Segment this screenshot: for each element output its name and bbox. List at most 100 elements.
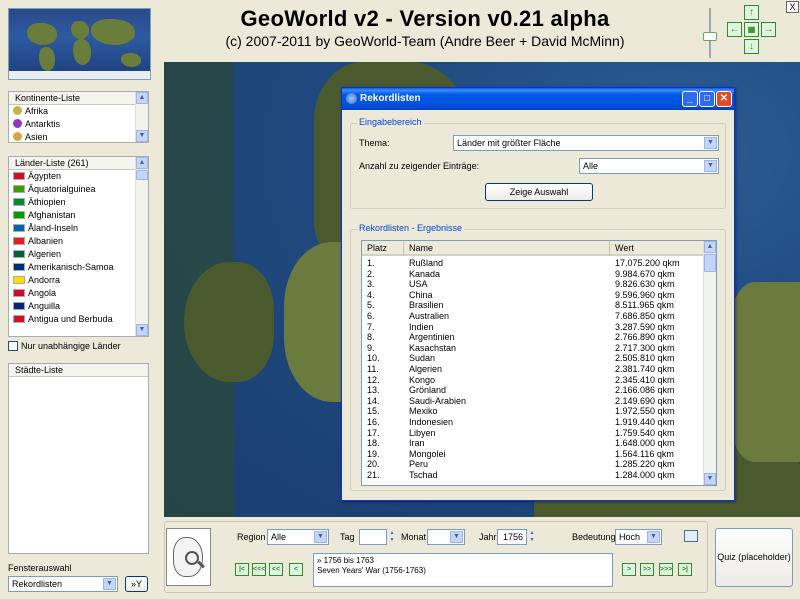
world-minimap[interactable] [8,8,151,80]
table-row[interactable]: 13. Grönland 2.166.086 qkm [362,385,703,396]
rank-cell: 19. [367,448,380,459]
table-row[interactable]: 14. Saudi-Arabien 2.149.690 qkm [362,396,703,407]
quiz-button[interactable]: Quiz (placeholder) [715,528,793,587]
flag-icon [13,172,25,180]
year-spinner[interactable]: ▲ ▼ [528,530,536,544]
minimize-button[interactable]: _ [682,91,698,107]
list-item[interactable]: Asien [9,131,148,144]
table-row[interactable]: 17. Libyen 1.759.540 qkm [362,428,703,439]
scroll-thumb[interactable] [704,254,716,272]
scroll-up-icon[interactable]: ▲ [136,157,148,169]
importance-select[interactable]: Hoch ▼ [615,529,662,545]
country-name: Anguilla [28,301,61,311]
nav-first-button[interactable]: |< [235,563,249,576]
table-row[interactable]: 18. Iran 1.648.000 qkm [362,438,703,449]
list-item[interactable]: Äquatorialguinea [9,183,148,196]
list-item[interactable]: Andorra [9,274,148,287]
column-header-name[interactable]: Name [404,241,610,256]
zoom-slider[interactable] [703,8,717,58]
pan-left-icon[interactable]: ← [727,22,742,37]
show-selection-button[interactable]: Zeige Auswahl [485,183,593,201]
window-select[interactable]: Rekordlisten ▼ [8,576,118,592]
results-scrollbar[interactable]: ▲ ▼ [703,241,716,485]
nav-last-button[interactable]: >| [678,563,692,576]
nav-fast-back-button[interactable]: <<< [252,563,266,576]
nav-back2-button[interactable]: << [269,563,283,576]
country-list[interactable]: Länder-Liste (261) Ägypten Äquatorialguin… [8,156,149,337]
maximize-button[interactable]: □ [699,91,715,107]
table-row[interactable]: 3. USA 9.826.630 qkm [362,279,703,290]
scroll-thumb[interactable] [136,170,148,180]
scroll-down-icon[interactable]: ▼ [704,473,716,485]
event-title: Seven Years' War (1756-1763) [317,566,426,575]
nav-forward-button[interactable]: > [622,563,636,576]
app-close-button[interactable]: X [786,1,799,13]
window-select-go-button[interactable]: »Y [125,576,148,592]
column-header-value[interactable]: Wert [610,241,705,256]
list-item[interactable]: Afghanistan [9,209,148,222]
table-row[interactable]: 15. Mexiko 1.972.550 qkm [362,406,703,417]
list-item[interactable]: Amerikanisch-Samoa [9,261,148,274]
calendar-icon[interactable] [684,530,698,542]
month-select[interactable]: ▼ [427,529,465,545]
scroll-up-icon[interactable]: ▲ [704,241,716,253]
nav-fast-forward-button[interactable]: >>> [659,563,673,576]
list-item[interactable]: Afrika [9,105,148,118]
table-row[interactable]: 6. Australien 7.686.850 qkm [362,311,703,322]
list-item[interactable]: Åland-Inseln [9,222,148,235]
pan-right-icon[interactable]: → [761,22,776,37]
table-row[interactable]: 9. Kasachstan 2.717.300 qkm [362,343,703,354]
timeline-map-thumbnail[interactable] [166,528,211,586]
table-row[interactable]: 11. Algerien 2.381.740 qkm [362,364,703,375]
table-row[interactable]: 2. Kanada 9.984.670 qkm [362,269,703,280]
list-item[interactable]: Albanien [9,235,148,248]
nav-back-button[interactable]: < [289,563,303,576]
table-row[interactable]: 16. Indonesien 1.919.440 qkm [362,417,703,428]
event-range: » 1756 bis 1763 [317,556,374,565]
day-spinner[interactable]: ▲ ▼ [388,530,396,544]
year-input[interactable]: 1756 [497,529,527,545]
list-item[interactable]: Algerien [9,248,148,261]
records-dialog[interactable]: Rekordlisten _ □ ✕ Eingabebereich Thema:… [341,87,735,501]
name-cell: USA [409,279,428,290]
table-row[interactable]: 19. Mongolei 1.564.116 qkm [362,449,703,460]
pan-up-icon[interactable]: ↑ [744,5,759,20]
list-item[interactable]: Anguilla [9,300,148,313]
importance-label: Bedeutung [572,532,616,542]
close-button[interactable]: ✕ [716,91,732,107]
list-item[interactable]: Ägypten [9,170,148,183]
table-row[interactable]: 12. Kongo 2.345.410 qkm [362,375,703,386]
name-cell: Kanada [409,268,441,279]
table-row[interactable]: 1. Rußland 17.075.200 qkm [362,258,703,269]
city-list[interactable]: Städte-Liste [8,363,149,554]
table-row[interactable]: 10. Sudan 2.505.810 qkm [362,353,703,364]
city-list-header: Städte-Liste [9,364,148,377]
list-item[interactable]: Äthiopien [9,196,148,209]
dialog-titlebar[interactable]: Rekordlisten _ □ ✕ [342,88,734,110]
results-table[interactable]: Platz Name Wert 1. Rußland 17.075.200 qkm 2… [361,240,717,486]
country-scrollbar[interactable]: ▲ ▼ [135,157,148,336]
table-row[interactable]: 8. Argentinien 2.766.890 qkm [362,332,703,343]
count-select[interactable]: Alle ▼ [579,158,719,174]
scroll-down-icon[interactable]: ▼ [136,324,148,336]
list-item[interactable]: Angola [9,287,148,300]
table-row[interactable]: 5. Brasilien 8.511.965 qkm [362,300,703,311]
continent-scrollbar[interactable]: ▲ ▼ [135,92,148,142]
table-row[interactable]: 20. Peru 1.285.220 qkm [362,459,703,470]
independent-only-checkbox[interactable] [8,341,18,351]
continent-list[interactable]: Kontinente-Liste Afrika Antarktis Asien … [8,91,149,143]
day-input[interactable] [359,529,387,545]
list-item[interactable]: Antarktis [9,118,148,131]
theme-select[interactable]: Länder mit größter Fläche ▼ [453,135,719,151]
region-select[interactable]: Alle ▼ [267,529,329,545]
column-header-rank[interactable]: Platz [362,241,404,256]
table-row[interactable]: 4. China 9.596.960 qkm [362,290,703,301]
pan-center-icon[interactable]: ▦ [744,22,759,37]
scroll-up-icon[interactable]: ▲ [136,92,148,104]
table-row[interactable]: 21. Tschad 1.284.000 qkm [362,470,703,481]
scroll-down-icon[interactable]: ▼ [136,130,148,142]
table-row[interactable]: 7. Indien 3.287.590 qkm [362,322,703,333]
nav-forward2-button[interactable]: >> [640,563,654,576]
pan-down-icon[interactable]: ↓ [744,39,759,54]
list-item[interactable]: Antigua und Berbuda [9,313,148,326]
